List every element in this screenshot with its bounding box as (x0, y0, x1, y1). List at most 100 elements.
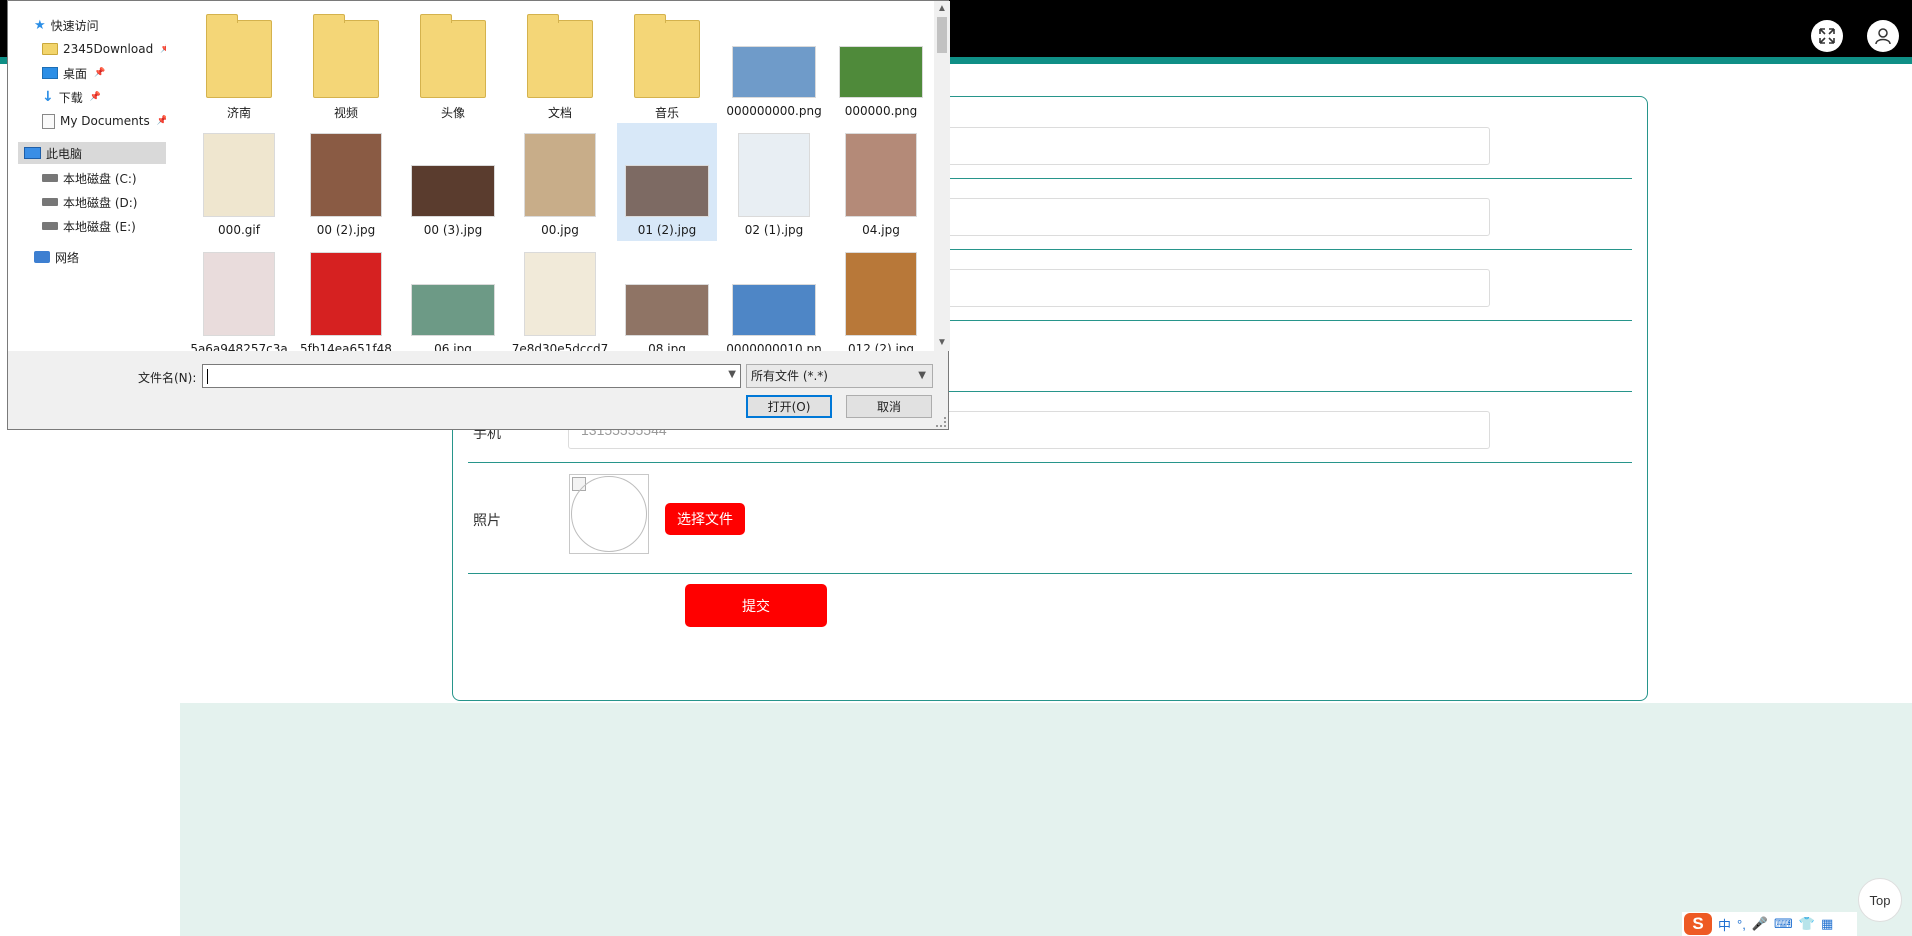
open-button[interactable]: 打开(O) (746, 395, 832, 418)
submit-button[interactable]: 提交 (685, 584, 827, 627)
nav-network[interactable]: 网络 (34, 246, 79, 268)
file-open-dialog: ★ 快速访问 2345Download 📌 桌面 📌 ↓ 下载 📌 My Doc… (7, 0, 950, 430)
choose-file-button[interactable]: 选择文件 (665, 503, 745, 535)
file-item[interactable]: 000.gif (189, 123, 289, 241)
sogou-ime-logo[interactable]: S (1684, 913, 1712, 935)
file-item[interactable]: 00.jpg (510, 123, 610, 241)
nav-drive-d[interactable]: 本地磁盘 (D:) (42, 191, 137, 213)
image-thumbnail (839, 14, 923, 98)
nav-item-downloads[interactable]: ↓ 下载 📌 (42, 86, 101, 108)
resize-grip[interactable] (936, 417, 946, 427)
file-item[interactable]: 000000.png (831, 4, 931, 122)
file-name: 00 (3).jpg (423, 223, 483, 237)
file-name: 0000000010.pn (726, 342, 822, 351)
form-row-photo: 照片 选择文件 (468, 462, 1632, 574)
nav-item-2345download[interactable]: 2345Download 📌 (42, 38, 171, 60)
filename-input[interactable]: ▼ (202, 364, 741, 388)
nav-this-pc[interactable]: 此电脑 (18, 142, 166, 164)
nav-item-my-documents[interactable]: My Documents 📌 (42, 110, 168, 132)
text-caret (207, 369, 208, 384)
file-name: 04.jpg (862, 223, 900, 237)
drive-icon (42, 222, 58, 230)
file-item[interactable]: 000000000.png (724, 4, 824, 122)
file-name: 000000.png (844, 104, 918, 118)
file-name: 5fb14ea651f48 (300, 342, 392, 351)
image-thumbnail (304, 252, 388, 336)
file-item[interactable]: 02 (1).jpg (724, 123, 824, 241)
scroll-down-arrow[interactable]: ▼ (934, 335, 950, 351)
keyboard-icon[interactable]: ⌨ (1774, 916, 1793, 932)
file-name: 头像 (440, 106, 465, 120)
skin-shirt-icon[interactable]: 👕 (1799, 916, 1815, 932)
image-thumbnail (839, 133, 923, 217)
file-name: 02 (1).jpg (744, 223, 804, 237)
cancel-button[interactable]: 取消 (846, 395, 932, 418)
file-list-scrollbar[interactable]: ▲ ▼ (934, 1, 950, 351)
image-thumbnail (839, 252, 923, 336)
file-name: 视频 (333, 106, 358, 120)
folder-icon (42, 43, 58, 55)
content-background (180, 703, 1912, 936)
folder-icon (197, 14, 281, 98)
scroll-up-arrow[interactable]: ▲ (934, 1, 950, 17)
file-item[interactable]: 00 (2).jpg (296, 123, 396, 241)
file-type-select[interactable]: 所有文件 (*.*) ▼ (746, 364, 933, 388)
folder-icon (518, 14, 602, 98)
microphone-icon[interactable]: 🎤 (1752, 916, 1768, 932)
nav-item-label: 桌面 (63, 66, 88, 81)
nav-item-label: 下载 (58, 90, 83, 105)
file-item[interactable]: 00 (3).jpg (403, 123, 503, 241)
file-item[interactable]: 0000000010.pn (724, 242, 824, 351)
nav-drive-e[interactable]: 本地磁盘 (E:) (42, 215, 136, 237)
file-item[interactable]: 06.jpg (403, 242, 503, 351)
file-item[interactable]: 01 (2).jpg (617, 123, 717, 241)
image-thumbnail (625, 252, 709, 336)
file-name: 00 (2).jpg (316, 223, 376, 237)
folder-item[interactable]: 济南 (189, 4, 289, 122)
nav-item-label: My Documents (60, 114, 150, 128)
folder-item[interactable]: 文档 (510, 4, 610, 122)
documents-icon (42, 113, 55, 129)
nav-quick-access[interactable]: ★ 快速访问 (34, 14, 99, 36)
folder-item[interactable]: 音乐 (617, 4, 717, 122)
scroll-thumb[interactable] (937, 17, 947, 53)
nav-item-label: 2345Download (63, 42, 154, 56)
folder-icon (625, 14, 709, 98)
folder-icon (411, 14, 495, 98)
user-icon[interactable] (1867, 20, 1899, 52)
toolbox-grid-icon[interactable]: ▦ (1821, 916, 1833, 932)
file-name: 7e8d30e5dccd7 (511, 342, 609, 351)
file-name: 012 (2).jpg (847, 342, 915, 351)
file-item[interactable]: 5fb14ea651f48 (296, 242, 396, 351)
desktop-icon (42, 67, 58, 79)
file-name: 5a6a948257c3a (190, 342, 288, 351)
image-thumbnail (518, 252, 602, 336)
folder-item[interactable]: 视频 (296, 4, 396, 122)
back-to-top-button[interactable]: Top (1858, 878, 1902, 922)
nav-drive-c[interactable]: 本地磁盘 (C:) (42, 167, 137, 189)
pin-icon: 📌 (94, 68, 106, 78)
file-name: 06.jpg (434, 342, 472, 351)
file-item[interactable]: 012 (2).jpg (831, 242, 931, 351)
file-item[interactable]: 7e8d30e5dccd7 (510, 242, 610, 351)
fullscreen-icon[interactable] (1811, 20, 1843, 52)
nav-item-desktop[interactable]: 桌面 📌 (42, 62, 105, 84)
nav-drive-label: 本地磁盘 (D:) (63, 195, 138, 210)
file-name: 音乐 (654, 106, 679, 120)
nav-quick-access-label: 快速访问 (50, 18, 99, 33)
file-name: 000000000.png (726, 104, 822, 118)
file-name: 01 (2).jpg (637, 223, 697, 237)
ime-punctuation-toggle[interactable]: °, (1737, 917, 1746, 932)
file-item[interactable]: 04.jpg (831, 123, 931, 241)
image-thumbnail (411, 252, 495, 336)
download-icon: ↓ (42, 89, 54, 105)
navigation-pane: ★ 快速访问 2345Download 📌 桌面 📌 ↓ 下载 📌 My Doc… (8, 1, 171, 351)
image-thumbnail (732, 14, 816, 98)
file-name: 000.gif (218, 223, 260, 237)
ime-mode-toggle[interactable]: 中 (1718, 915, 1731, 934)
folder-item[interactable]: 头像 (403, 4, 503, 122)
file-item[interactable]: 08.jpg (617, 242, 717, 351)
file-item[interactable]: 5a6a948257c3a (189, 242, 289, 351)
chevron-down-icon[interactable]: ▼ (728, 369, 736, 380)
file-list-pane: 济南 视频 头像 文档 音乐 000000000.png 000000.png 000.gif… (166, 1, 934, 351)
